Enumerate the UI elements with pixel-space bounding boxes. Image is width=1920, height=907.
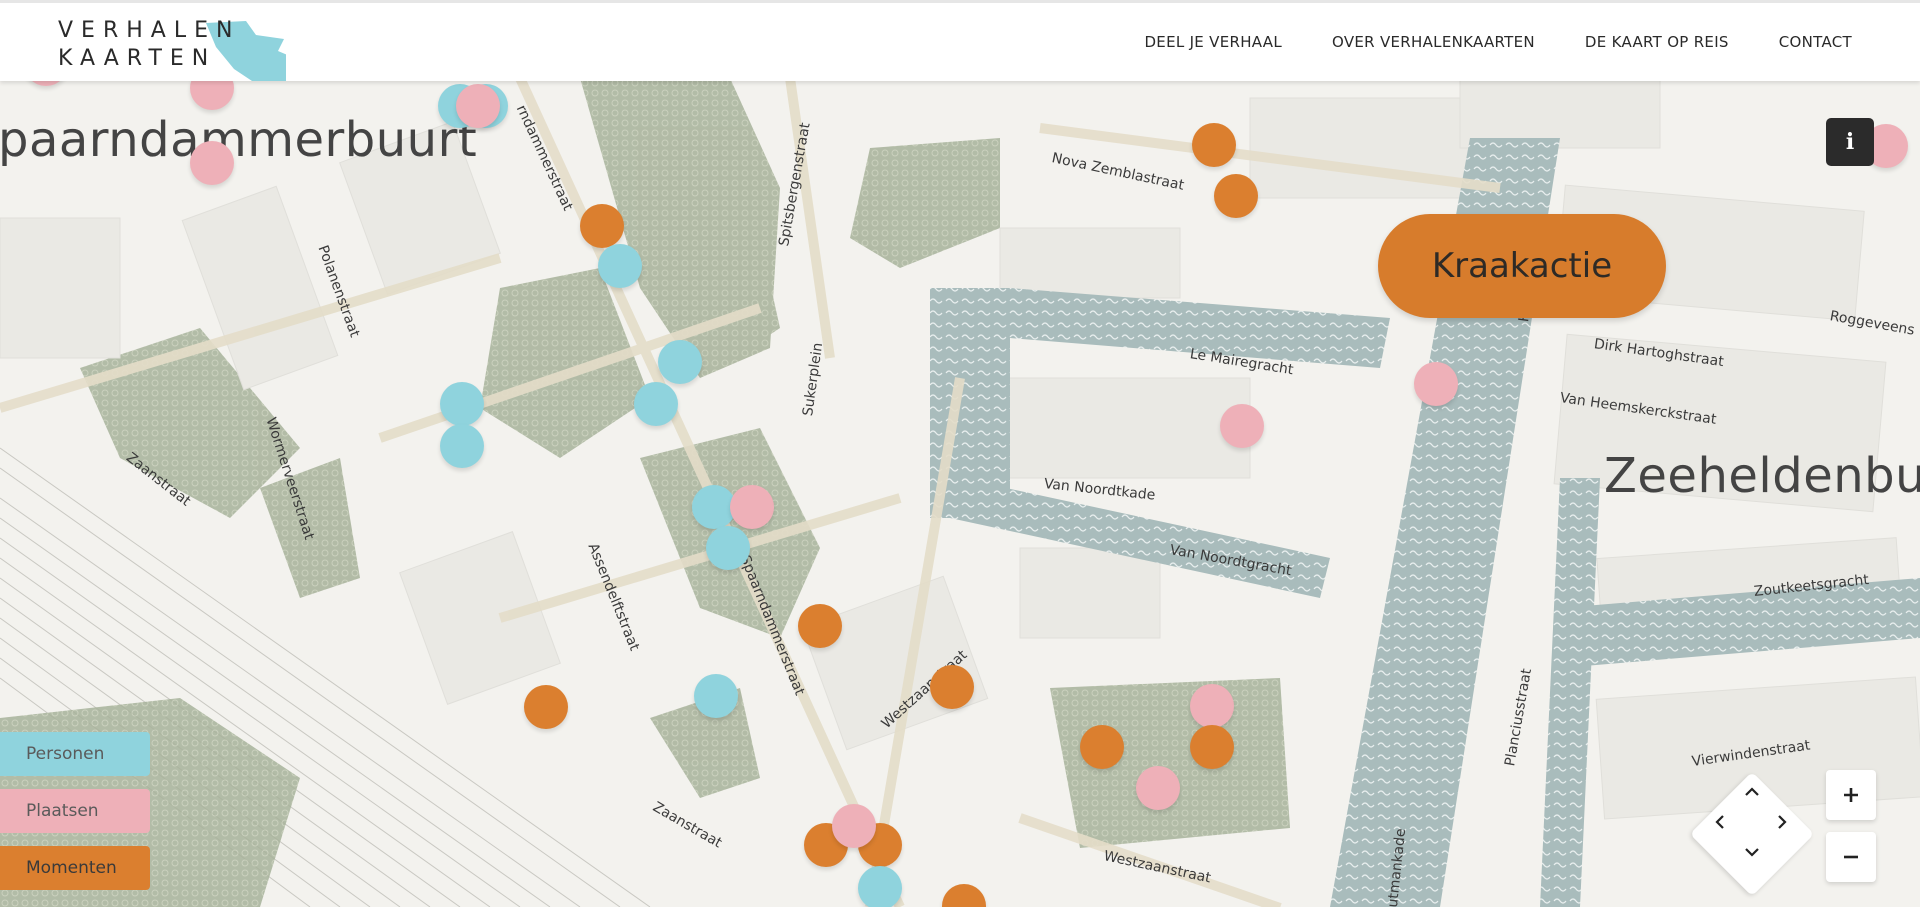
nav-deel-je-verhaal[interactable]: DEEL JE VERHAAL [1144, 33, 1282, 51]
info-icon: i [1845, 129, 1855, 155]
marker-momenten[interactable] [930, 665, 974, 709]
marker-momenten[interactable] [1190, 725, 1234, 769]
marker-personen[interactable] [694, 674, 738, 718]
chevron-up-icon [1745, 787, 1759, 796]
filter-personen-button[interactable]: Personen [0, 732, 150, 776]
pan-down-button[interactable] [1742, 842, 1762, 862]
nav-over-verhalenkaarten[interactable]: OVER VERHALENKAARTEN [1332, 33, 1535, 51]
zoom-in-button[interactable] [1826, 770, 1876, 820]
map-view[interactable]: paarndammerbuurt Zeeheldenbuu rndammerst… [0, 78, 1920, 907]
logo-text-line1: VERHALEN [58, 18, 241, 43]
info-button[interactable]: i [1826, 118, 1874, 166]
marker-personen[interactable] [658, 340, 702, 384]
marker-momenten[interactable] [1214, 174, 1258, 218]
pan-right-button[interactable] [1772, 812, 1792, 832]
site-header: VERHALEN KAARTEN DEEL JE VERHAAL OVER VE… [0, 0, 1920, 81]
marker-plaatsen[interactable] [456, 84, 500, 128]
marker-plaatsen[interactable] [1190, 684, 1234, 728]
pan-up-button[interactable] [1742, 782, 1762, 802]
featured-story-kraakactie[interactable]: Kraakactie [1378, 214, 1666, 318]
marker-momenten[interactable] [580, 204, 624, 248]
plus-icon [1844, 788, 1858, 802]
marker-personen[interactable] [440, 424, 484, 468]
nav-contact[interactable]: CONTACT [1779, 33, 1852, 51]
marker-plaatsen[interactable] [1136, 766, 1180, 810]
chevron-left-icon [1715, 815, 1724, 829]
filter-plaatsen-button[interactable]: Plaatsen [0, 789, 150, 833]
chevron-down-icon [1745, 848, 1759, 857]
marker-personen[interactable] [440, 382, 484, 426]
filter-momenten-button[interactable]: Momenten [0, 846, 150, 890]
main-nav: DEEL JE VERHAAL OVER VERHALENKAARTEN DE … [1144, 33, 1852, 51]
marker-momenten[interactable] [798, 604, 842, 648]
chevron-right-icon [1778, 815, 1787, 829]
marker-plaatsen[interactable] [1220, 404, 1264, 448]
minus-icon [1844, 855, 1858, 859]
nav-de-kaart-op-reis[interactable]: DE KAART OP REIS [1585, 33, 1729, 51]
marker-momenten[interactable] [1192, 123, 1236, 167]
marker-personen[interactable] [634, 382, 678, 426]
logo[interactable]: VERHALEN KAARTEN [56, 17, 286, 81]
marker-momenten[interactable] [524, 685, 568, 729]
marker-personen[interactable] [598, 244, 642, 288]
marker-plaatsen[interactable] [1414, 362, 1458, 406]
district-label-spaarndammerbuurt: paarndammerbuurt [0, 112, 478, 168]
district-label-zeeheldenbuurt: Zeeheldenbuu [1604, 448, 1920, 504]
marker-personen[interactable] [706, 526, 750, 570]
marker-plaatsen[interactable] [832, 804, 876, 848]
marker-plaatsen[interactable] [730, 485, 774, 529]
pan-left-button[interactable] [1710, 812, 1730, 832]
marker-momenten[interactable] [1080, 725, 1124, 769]
zoom-out-button[interactable] [1826, 832, 1876, 882]
logo-text-line2: KAARTEN [58, 46, 217, 71]
marker-plaatsen[interactable] [190, 141, 234, 185]
marker-personen[interactable] [858, 866, 902, 907]
